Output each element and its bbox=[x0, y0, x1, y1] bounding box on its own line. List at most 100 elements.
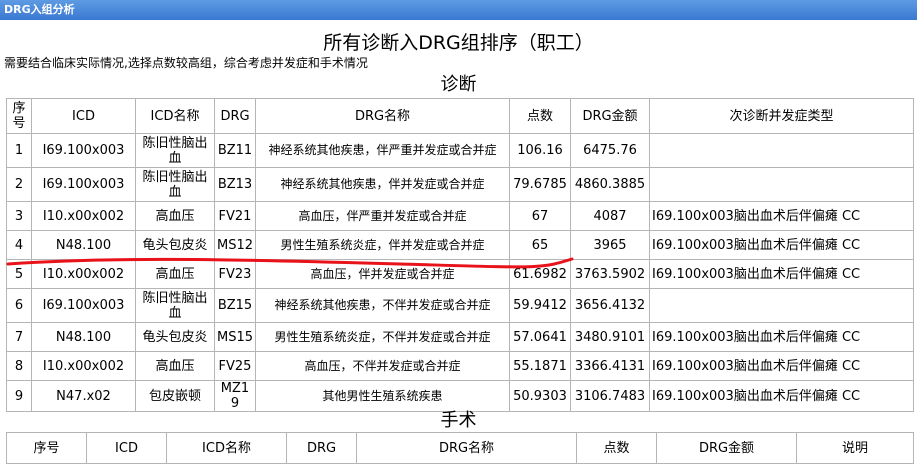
cell-no: 6 bbox=[6, 288, 32, 323]
column-header-points: 点数 bbox=[509, 98, 571, 134]
table-row[interactable]: 8 I10.x00x002 高血压 FV25 高血压，不伴并发症或合并症 55.… bbox=[6, 351, 914, 381]
cell-drg-name: 高血压，伴并发症或合并症 bbox=[255, 259, 510, 289]
table-row[interactable]: 4 N48.100 龟头包皮炎 MS12 男性生殖系统炎症，伴并发症或合并症 6… bbox=[6, 230, 914, 260]
cell-points: 61.6982 bbox=[509, 259, 571, 289]
cell-icd: I10.x00x002 bbox=[31, 259, 136, 289]
cell-icd-name: 高血压 bbox=[135, 259, 215, 289]
column-header-icd-name: ICD名称 bbox=[166, 432, 287, 464]
diagnosis-table: 序号 ICD ICD名称 DRG DRG名称 点数 DRG金额 次诊断并发症类型… bbox=[6, 98, 914, 412]
cell-drg: MS12 bbox=[214, 230, 256, 260]
column-header-remark: 说明 bbox=[796, 432, 914, 464]
cell-icd: I69.100x003 bbox=[31, 167, 136, 202]
table-row[interactable]: 3 I10.x00x002 高血压 FV21 高血压，伴严重并发症或合并症 67… bbox=[6, 201, 914, 231]
cell-points: 50.9303 bbox=[509, 380, 571, 412]
column-header-drg-name: DRG名称 bbox=[356, 432, 577, 464]
cell-drg-name: 高血压，不伴并发症或合并症 bbox=[255, 351, 510, 381]
cell-no: 7 bbox=[6, 322, 32, 352]
cell-complication: I69.100x003脑出血术后伴偏瘫 CC bbox=[649, 351, 914, 381]
column-header-icd: ICD bbox=[31, 98, 136, 134]
cell-points: 67 bbox=[509, 201, 571, 231]
cell-no: 1 bbox=[6, 133, 32, 168]
table-row[interactable]: 1 I69.100x003 陈旧性脑出血 BZ11 神经系统其他疾患，伴严重并发… bbox=[6, 133, 914, 168]
cell-drg-name: 高血压，伴严重并发症或合并症 bbox=[255, 201, 510, 231]
cell-no: 3 bbox=[6, 201, 32, 231]
cell-drg-name: 神经系统其他疾患，伴并发症或合并症 bbox=[255, 167, 510, 202]
column-header-icd-name: ICD名称 bbox=[135, 98, 215, 134]
diagnosis-section-title: 诊断 bbox=[440, 74, 477, 95]
cell-icd-name: 高血压 bbox=[135, 351, 215, 381]
cell-no: 5 bbox=[6, 259, 32, 289]
window-title: DRG入组分析 bbox=[4, 3, 75, 16]
table-row[interactable]: 6 I69.100x003 陈旧性脑出血 BZ15 神经系统其他疾患，不伴并发症… bbox=[6, 288, 914, 323]
cell-icd: I10.x00x002 bbox=[31, 201, 136, 231]
cell-icd-name: 龟头包皮炎 bbox=[135, 230, 215, 260]
table-row[interactable]: 2 I69.100x003 陈旧性脑出血 BZ13 神经系统其他疾患，伴并发症或… bbox=[6, 167, 914, 202]
cell-drg: FV21 bbox=[214, 201, 256, 231]
cell-icd-name: 陈旧性脑出血 bbox=[135, 133, 215, 168]
cell-drg-amount: 3763.5902 bbox=[570, 259, 650, 289]
cell-complication bbox=[649, 288, 914, 323]
cell-complication: I69.100x003脑出血术后伴偏瘫 CC bbox=[649, 230, 914, 260]
cell-complication: I69.100x003脑出血术后伴偏瘫 CC bbox=[649, 380, 914, 412]
column-header-no: 序号 bbox=[6, 432, 87, 464]
cell-drg: MS15 bbox=[214, 322, 256, 352]
column-header-complication-type: 次诊断并发症类型 bbox=[649, 98, 914, 134]
cell-icd-name: 陈旧性脑出血 bbox=[135, 288, 215, 323]
column-header-drg-name: DRG名称 bbox=[255, 98, 510, 134]
cell-drg-amount: 3965 bbox=[570, 230, 650, 260]
cell-no: 4 bbox=[6, 230, 32, 260]
cell-no: 8 bbox=[6, 351, 32, 381]
cell-no: 2 bbox=[6, 167, 32, 202]
cell-drg-name: 男性生殖系统炎症，伴并发症或合并症 bbox=[255, 230, 510, 260]
cell-no: 9 bbox=[6, 380, 32, 412]
cell-icd-name: 高血压 bbox=[135, 201, 215, 231]
column-header-icd: ICD bbox=[86, 432, 167, 464]
cell-drg: BZ11 bbox=[214, 133, 256, 168]
cell-drg-amount: 3366.4131 bbox=[570, 351, 650, 381]
table-row[interactable]: 5 I10.x00x002 高血压 FV23 高血压，伴并发症或合并症 61.6… bbox=[6, 259, 914, 289]
cell-icd-name: 包皮嵌顿 bbox=[135, 380, 215, 412]
cell-complication: I69.100x003脑出血术后伴偏瘫 CC bbox=[649, 322, 914, 352]
window-title-bar: DRG入组分析 bbox=[0, 0, 917, 20]
cell-icd: I69.100x003 bbox=[31, 133, 136, 168]
table-row[interactable]: 9 N47.x02 包皮嵌顿 MZ19 其他男性生殖系统疾患 50.9303 3… bbox=[6, 380, 914, 412]
cell-icd: I10.x00x002 bbox=[31, 351, 136, 381]
cell-icd: N48.100 bbox=[31, 322, 136, 352]
cell-points: 79.6785 bbox=[509, 167, 571, 202]
operation-section-title: 手术 bbox=[440, 410, 477, 431]
cell-points: 55.1871 bbox=[509, 351, 571, 381]
cell-icd-name: 龟头包皮炎 bbox=[135, 322, 215, 352]
operation-table: 序号 ICD ICD名称 DRG DRG名称 点数 DRG金额 说明 bbox=[6, 432, 914, 464]
column-header-drg: DRG bbox=[286, 432, 357, 464]
cell-points: 106.16 bbox=[509, 133, 571, 168]
cell-points: 57.0641 bbox=[509, 322, 571, 352]
cell-icd-name: 陈旧性脑出血 bbox=[135, 167, 215, 202]
column-header-drg: DRG bbox=[214, 98, 256, 134]
column-header-no: 序号 bbox=[6, 98, 32, 134]
cell-complication: I69.100x003脑出血术后伴偏瘫 CC bbox=[649, 201, 914, 231]
cell-drg-amount: 6475.76 bbox=[570, 133, 650, 168]
cell-points: 65 bbox=[509, 230, 571, 260]
cell-drg-name: 神经系统其他疾患，不伴并发症或合并症 bbox=[255, 288, 510, 323]
cell-drg-name: 神经系统其他疾患，伴严重并发症或合并症 bbox=[255, 133, 510, 168]
operation-header-row: 序号 ICD ICD名称 DRG DRG名称 点数 DRG金额 说明 bbox=[6, 432, 914, 464]
cell-drg: FV23 bbox=[214, 259, 256, 289]
page-title: 所有诊断入DRG组排序（职工） bbox=[323, 32, 594, 54]
cell-icd: N48.100 bbox=[31, 230, 136, 260]
cell-drg-amount: 3656.4132 bbox=[570, 288, 650, 323]
cell-drg-amount: 4860.3885 bbox=[570, 167, 650, 202]
cell-drg-amount: 3480.9101 bbox=[570, 322, 650, 352]
instruction-note: 需要结合临床实际情况,选择点数较高组，综合考虑并发症和手术情况 bbox=[4, 56, 368, 70]
cell-drg: FV25 bbox=[214, 351, 256, 381]
cell-points: 59.9412 bbox=[509, 288, 571, 323]
cell-icd: I69.100x003 bbox=[31, 288, 136, 323]
table-row[interactable]: 7 N48.100 龟头包皮炎 MS15 男性生殖系统炎症，不伴并发症或合并症 … bbox=[6, 322, 914, 352]
cell-drg-amount: 3106.7483 bbox=[570, 380, 650, 412]
cell-drg-amount: 4087 bbox=[570, 201, 650, 231]
cell-drg: BZ13 bbox=[214, 167, 256, 202]
cell-drg-name: 男性生殖系统炎症，不伴并发症或合并症 bbox=[255, 322, 510, 352]
cell-complication: I69.100x003脑出血术后伴偏瘫 CC bbox=[649, 259, 914, 289]
column-header-drg-amount: DRG金额 bbox=[570, 98, 650, 134]
diagnosis-header-row: 序号 ICD ICD名称 DRG DRG名称 点数 DRG金额 次诊断并发症类型 bbox=[6, 98, 914, 134]
column-header-drg-amount: DRG金额 bbox=[656, 432, 797, 464]
